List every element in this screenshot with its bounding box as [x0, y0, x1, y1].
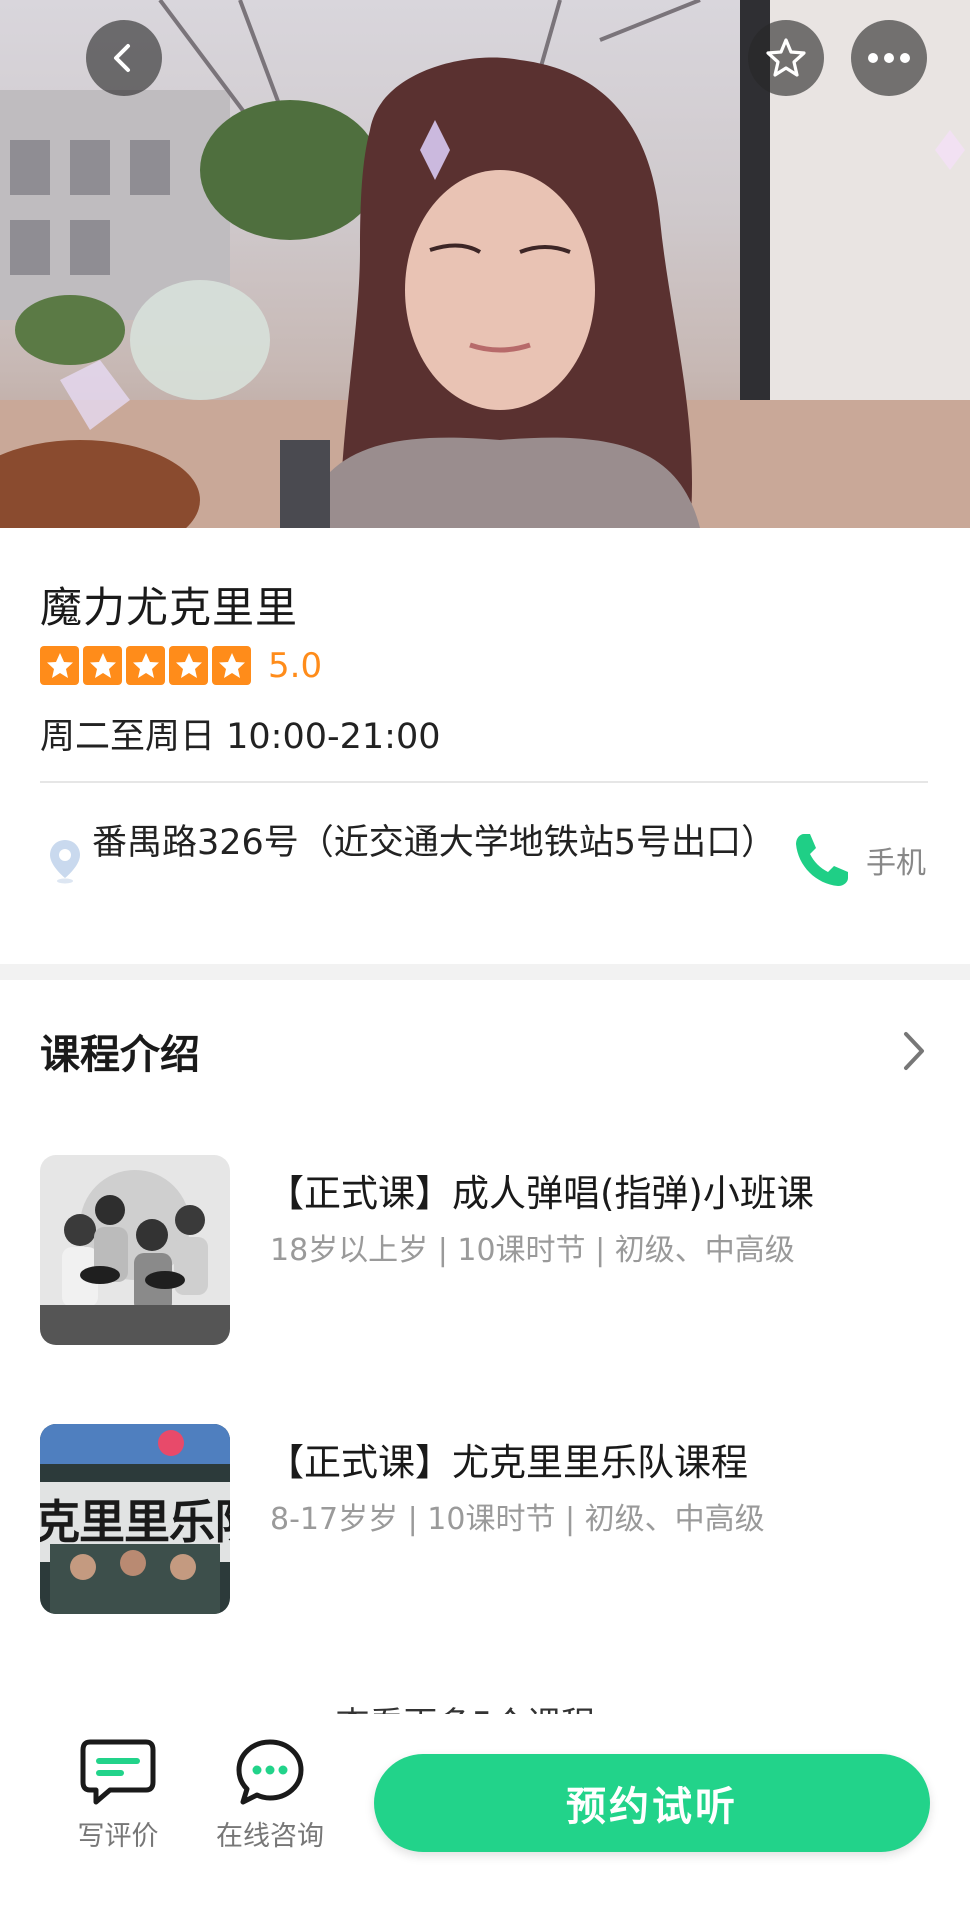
course-title: 【正式课】成人弹唱(指弹)小班课	[267, 1172, 814, 1215]
course-item[interactable]: 克里里乐队 【正式课】尤克里里乐队课程 8-17岁岁 | 10课时节 | 初级、…	[40, 1424, 930, 1614]
course-title: 【正式课】尤克里里乐队课程	[267, 1441, 748, 1484]
course-banner-text: 克里里乐队	[40, 1495, 230, 1549]
book-trial-button[interactable]: 预约试听	[374, 1754, 930, 1852]
course-thumbnail	[40, 1155, 230, 1345]
phone-icon	[796, 834, 848, 886]
star-outline-icon	[766, 38, 806, 77]
chevron-left-icon	[114, 44, 130, 72]
online-consult-label: 在线咨询	[216, 1821, 324, 1852]
chevron-right-icon[interactable]	[898, 1028, 928, 1074]
section-separator	[0, 964, 970, 980]
course-section-title: 课程介绍	[40, 1032, 200, 1078]
bottom-action-bar: 写评价 在线咨询 预约试听	[0, 1714, 970, 1920]
more-dots-icon	[868, 53, 910, 63]
back-button[interactable]	[86, 20, 162, 96]
phone-button[interactable]: 手机	[790, 828, 926, 892]
star-icon	[126, 646, 165, 685]
write-review-label: 写评价	[77, 1821, 159, 1852]
chat-bubble-icon	[236, 1739, 304, 1805]
star-icon	[40, 646, 79, 685]
location-pin-icon	[50, 840, 80, 884]
write-review-button[interactable]: 写评价	[58, 1738, 178, 1853]
business-hours: 周二至周日 10:00-21:00	[40, 717, 441, 757]
star-icon	[83, 646, 122, 685]
star-icon	[169, 646, 208, 685]
flower-logo-icon	[158, 1430, 184, 1456]
course-meta: 8-17岁岁 | 10课时节 | 初级、中高级	[270, 1502, 765, 1537]
rating-score: 5.0	[268, 646, 323, 686]
star-icon	[212, 646, 251, 685]
more-button[interactable]	[851, 20, 927, 96]
shop-address[interactable]: 番禺路326号（近交通大学地铁站5号出口）	[92, 818, 776, 868]
course-item[interactable]: 【正式课】成人弹唱(指弹)小班课 18岁以上岁 | 10课时节 | 初级、中高级	[40, 1155, 930, 1345]
course-meta: 18岁以上岁 | 10课时节 | 初级、中高级	[270, 1233, 795, 1268]
favorite-button[interactable]	[748, 20, 824, 96]
review-icon	[80, 1739, 156, 1805]
shop-info-card: 魔力尤克里里 5.0 周二至周日 10:00-21:00 番禺路326号（近交通…	[0, 528, 970, 964]
phone-label: 手机	[866, 846, 926, 881]
online-consult-button[interactable]: 在线咨询	[210, 1738, 330, 1853]
shop-name: 魔力尤克里里	[40, 583, 299, 632]
rating-stars	[40, 646, 251, 685]
course-thumbnail: 克里里乐队	[40, 1424, 230, 1614]
more-courses-link[interactable]: 查看更多5个课程 >	[0, 1690, 970, 1714]
hero-photo[interactable]	[0, 0, 970, 528]
divider	[40, 781, 928, 783]
